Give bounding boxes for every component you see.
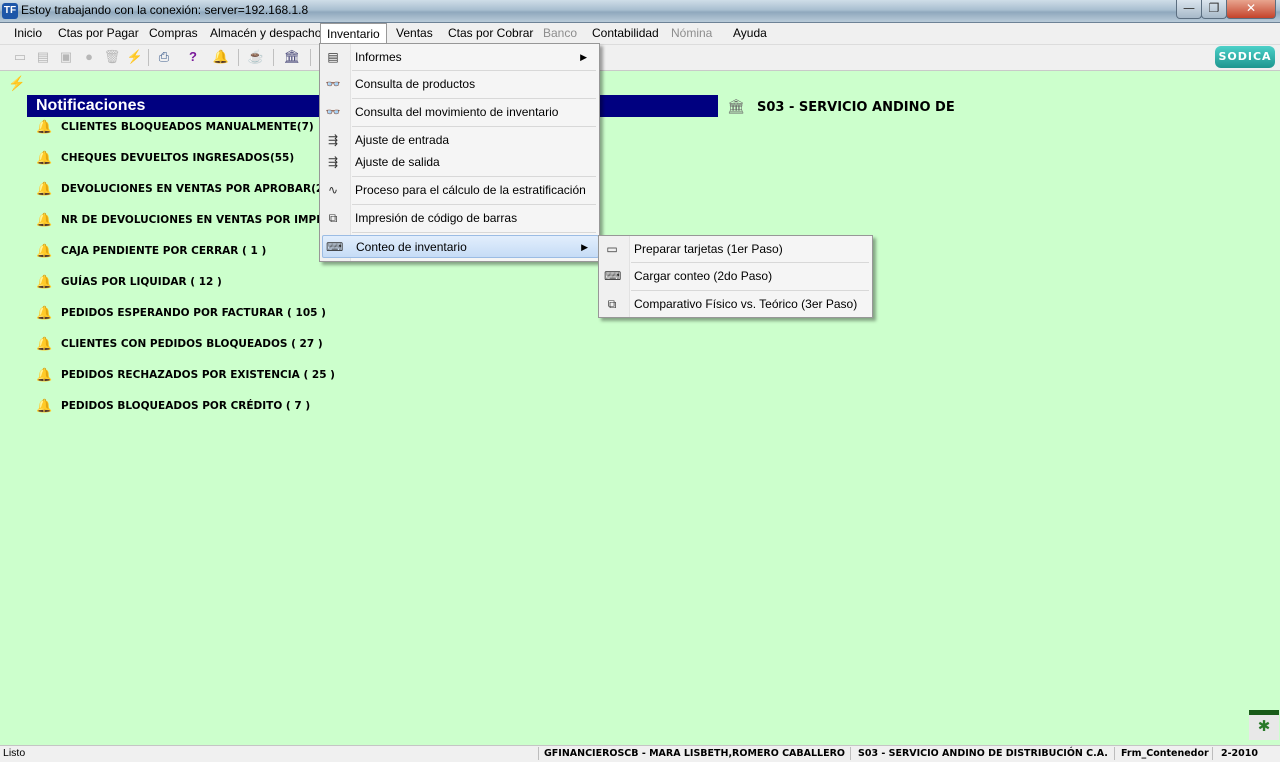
bell-icon: 🔔	[36, 274, 53, 289]
glasses-icon: 👓	[325, 105, 341, 119]
status-form: Frm_Contenedor	[1121, 748, 1209, 759]
menu-item-ajuste-salida[interactable]: ⇶ Ajuste de salida	[322, 151, 597, 173]
count-icon: ⌨	[326, 240, 344, 254]
menu-almacen-despacho[interactable]: Almacén y despacho	[204, 23, 327, 43]
bell-icon: 🔔	[36, 336, 53, 351]
bell-icon[interactable]: 🔔	[212, 48, 230, 66]
menu-item-estratificacion[interactable]: ∿ Proceso para el cálculo de la estratif…	[322, 179, 597, 201]
bell-icon: 🔔	[36, 367, 53, 382]
lightning-icon[interactable]: ⚡	[126, 48, 144, 66]
coffee-icon[interactable]: ☕	[247, 48, 265, 66]
notification-text: NR DE DEVOLUCIONES EN VENTAS POR IMPRIMI…	[61, 214, 363, 226]
menu-item-label: Informes	[355, 50, 402, 64]
toolbar: ▭ ▤ ▣ ● 🗑 ⚡ ⎙ ? 🔔 ☕ 🏛	[0, 45, 1280, 71]
report-icon: ▤	[327, 50, 339, 64]
adjust-in-icon: ⇶	[327, 133, 339, 147]
menu-ctas-por-cobrar[interactable]: Ctas por Cobrar	[442, 23, 539, 43]
status-user: GFINANCIEROSCB - MARA LISBETH,ROMERO CAB…	[544, 748, 845, 759]
close-button[interactable]: ✕	[1226, 0, 1276, 19]
notification-text: CAJA PENDIENTE POR CERRAR ( 1 )	[61, 245, 267, 257]
bell-icon: 🔔	[36, 119, 53, 134]
sodica-logo: SODICA	[1215, 46, 1275, 68]
notification-text: PEDIDOS BLOQUEADOS POR CRÉDITO ( 7 )	[61, 400, 311, 412]
menu-item-label: Consulta de productos	[355, 77, 476, 91]
status-period: 2-2010	[1221, 748, 1258, 759]
menu-compras[interactable]: Compras	[143, 23, 204, 43]
menu-item-consulta-productos[interactable]: 👓 Consulta de productos	[322, 73, 597, 95]
maximize-button[interactable]: ❐	[1201, 0, 1227, 19]
menu-ventas[interactable]: Ventas	[390, 23, 439, 43]
menu-ctas-por-pagar[interactable]: Ctas por Pagar	[52, 23, 145, 43]
print-icon[interactable]: ⎙	[155, 48, 173, 66]
menu-item-label: Proceso para el cálculo de la estratific…	[355, 183, 586, 197]
menu-item-cargar-conteo[interactable]: ⌨ Cargar conteo (2do Paso)	[601, 265, 870, 287]
window-title: Estoy trabajando con la conexión: server…	[21, 3, 309, 17]
menu-bar: Inicio Ctas por Pagar Compras Almacén y …	[0, 23, 1280, 45]
conteo-submenu: ▭ Preparar tarjetas (1er Paso) ⌨ Cargar …	[598, 235, 873, 318]
menu-item-label: Preparar tarjetas (1er Paso)	[634, 242, 783, 256]
company-name: S03 - SERVICIO ANDINO DE	[757, 100, 955, 115]
bank-icon: 🏛	[727, 98, 745, 114]
status-company: S03 - SERVICIO ANDINO DE DISTRIBUCIÓN C.…	[858, 748, 1108, 759]
process-icon: ∿	[327, 183, 339, 197]
status-bar: Listo GFINANCIEROSCB - MARA LISBETH,ROME…	[0, 745, 1280, 762]
menu-ayuda[interactable]: Ayuda	[727, 23, 773, 43]
inventario-dropdown-menu: ▤ Informes ▶ 👓 Consulta de productos 👓 C…	[319, 43, 600, 262]
bell-icon: 🔔	[36, 243, 53, 258]
menu-item-preparar-tarjetas[interactable]: ▭ Preparar tarjetas (1er Paso)	[601, 238, 870, 260]
menu-item-label: Cargar conteo (2do Paso)	[634, 269, 773, 283]
status-text: Listo	[3, 747, 26, 759]
bell-icon: 🔔	[36, 212, 53, 227]
minimize-button[interactable]: —	[1176, 0, 1202, 19]
notification-text: CLIENTES BLOQUEADOS MANUALMENTE(7)	[61, 121, 314, 133]
notification-text: DEVOLUCIONES EN VENTAS POR APROBAR(2)	[61, 183, 329, 195]
bell-icon: 🔔	[36, 305, 53, 320]
menu-item-conteo-inventario[interactable]: ⌨ Conteo de inventario ▶	[322, 235, 599, 258]
new-document-icon[interactable]: ▭	[11, 48, 29, 66]
lightning-icon[interactable]: ⚡	[8, 75, 25, 92]
submenu-arrow-icon: ▶	[580, 52, 587, 62]
main-content: ⚡ Notificaciones 🏛 S03 - SERVICIO ANDINO…	[0, 71, 1280, 745]
notification-text: CHEQUES DEVUELTOS INGRESADOS(55)	[61, 152, 295, 164]
menu-item-label: Conteo de inventario	[356, 240, 467, 254]
load-icon: ⌨	[604, 269, 622, 283]
menu-banco: Banco	[543, 26, 578, 40]
bank-icon[interactable]: 🏛	[283, 48, 301, 66]
bell-icon: 🔔	[36, 150, 53, 165]
menu-item-consulta-movimiento[interactable]: 👓 Consulta del movimiento de inventario	[322, 101, 597, 123]
save-icon[interactable]: ▣	[57, 48, 75, 66]
barcode-icon: ⧉	[328, 211, 338, 225]
notification-text: PEDIDOS ESPERANDO POR FACTURAR ( 105 )	[61, 307, 326, 319]
notification-text: GUÍAS POR LIQUIDAR ( 12 )	[61, 276, 222, 288]
notification-text: CLIENTES CON PEDIDOS BLOQUEADOS ( 27 )	[61, 338, 323, 350]
menu-item-label: Ajuste de entrada	[355, 133, 450, 147]
glasses-icon: 👓	[325, 77, 341, 91]
menu-item-label: Ajuste de salida	[355, 155, 440, 169]
menu-item-codigo-barras[interactable]: ⧉ Impresión de código de barras	[322, 207, 597, 229]
title-bar: TF Estoy trabajando con la conexión: ser…	[0, 0, 1280, 23]
open-document-icon[interactable]: ▤	[34, 48, 52, 66]
menu-inicio[interactable]: Inicio	[8, 23, 48, 43]
record-icon[interactable]: ●	[80, 48, 98, 66]
bell-icon: 🔔	[36, 181, 53, 196]
help-icon[interactable]: ?	[184, 48, 202, 66]
menu-nomina: Nómina	[671, 26, 713, 40]
menu-item-comparativo[interactable]: ⧉ Comparativo Físico vs. Teórico (3er Pa…	[601, 293, 870, 315]
bell-icon: 🔔	[36, 398, 53, 413]
delete-icon[interactable]: 🗑	[103, 48, 121, 66]
menu-item-ajuste-entrada[interactable]: ⇶ Ajuste de entrada	[322, 129, 597, 151]
compare-icon: ⧉	[607, 297, 617, 311]
menu-item-label: Impresión de código de barras	[355, 211, 518, 225]
menu-item-label: Comparativo Físico vs. Teórico (3er Paso…	[634, 297, 858, 311]
menu-item-informes[interactable]: ▤ Informes ▶	[322, 46, 597, 68]
notification-text: PEDIDOS RECHAZADOS POR EXISTENCIA ( 25 )	[61, 369, 335, 381]
card-icon: ▭	[606, 242, 618, 256]
submenu-arrow-icon: ▶	[581, 242, 588, 252]
menu-contabilidad[interactable]: Contabilidad	[586, 23, 665, 43]
adjust-out-icon: ⇶	[327, 155, 339, 169]
app-icon: TF	[2, 3, 18, 19]
menu-item-label: Consulta del movimiento de inventario	[355, 105, 559, 119]
menu-inventario[interactable]: Inventario	[320, 23, 387, 45]
bug-icon[interactable]: ✱	[1249, 710, 1279, 740]
